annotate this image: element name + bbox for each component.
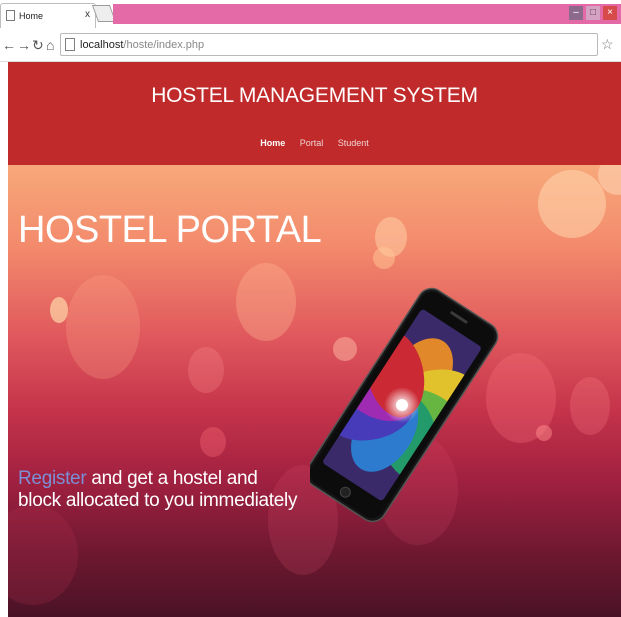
site-nav: Home Portal Student	[8, 138, 621, 148]
bokeh-circle	[200, 427, 226, 457]
url-text: localhost/hoste/index.php	[80, 39, 204, 51]
star-icon[interactable]: ☆	[601, 36, 614, 53]
tab-close-button[interactable]: x	[85, 9, 90, 20]
back-arrow-icon[interactable]: ←	[2, 37, 16, 53]
bokeh-circle	[50, 297, 68, 323]
menu-icon[interactable]: ⋮	[615, 35, 621, 52]
restore-icon[interactable]: □	[586, 6, 600, 20]
forward-arrow-icon[interactable]: →	[17, 37, 31, 53]
minimize-icon[interactable]: –	[569, 6, 583, 20]
tab-strip-background	[113, 4, 621, 24]
bokeh-circle	[538, 170, 606, 238]
hero-title: HOSTEL PORTAL	[18, 209, 322, 251]
tagline-line2: block allocated to you immediately	[18, 490, 298, 511]
tab-title: Home	[19, 11, 44, 21]
nav-link-home[interactable]: Home	[260, 138, 285, 148]
window-controls: – □ ×	[569, 5, 617, 21]
address-bar[interactable]: localhost/hoste/index.php	[60, 33, 598, 56]
bokeh-circle	[570, 377, 610, 435]
browser-toolbar: ← → ↻ ⌂ localhost/hoste/index.php ☆ ⋮	[0, 28, 621, 62]
nav-link-student[interactable]: Student	[338, 138, 369, 148]
hero-tagline: Register and get a hostel and block allo…	[18, 468, 297, 512]
page-icon	[65, 38, 75, 51]
bokeh-circle	[188, 347, 224, 393]
site-title: HOSTEL MANAGEMENT SYSTEM	[151, 84, 478, 107]
hero-banner: HOSTEL PORTAL Register and get a hostel …	[8, 165, 621, 617]
register-link[interactable]: Register	[18, 468, 87, 489]
browser-tab[interactable]: Home x	[0, 3, 96, 28]
bokeh-circle	[8, 505, 78, 605]
bokeh-circle	[66, 275, 140, 379]
web-page: HOSTEL MANAGEMENT SYSTEM Home Portal Stu…	[8, 62, 621, 617]
site-header: HOSTEL MANAGEMENT SYSTEM Home Portal Stu…	[8, 62, 621, 165]
reload-icon[interactable]: ↻	[32, 37, 44, 54]
smartphone-illustration	[310, 287, 499, 523]
bokeh-circle	[536, 425, 552, 441]
home-icon[interactable]: ⌂	[46, 37, 54, 53]
url-host: localhost	[80, 39, 124, 51]
page-icon	[6, 10, 15, 21]
bokeh-circle	[236, 263, 296, 341]
url-path: /hoste/index.php	[123, 39, 205, 51]
bokeh-circle	[373, 247, 395, 269]
close-icon[interactable]: ×	[603, 6, 617, 20]
browser-tab-bar: Home x – □ ×	[0, 0, 621, 28]
nav-link-portal[interactable]: Portal	[300, 138, 324, 148]
tagline-line1: and get a hostel and	[86, 468, 258, 489]
